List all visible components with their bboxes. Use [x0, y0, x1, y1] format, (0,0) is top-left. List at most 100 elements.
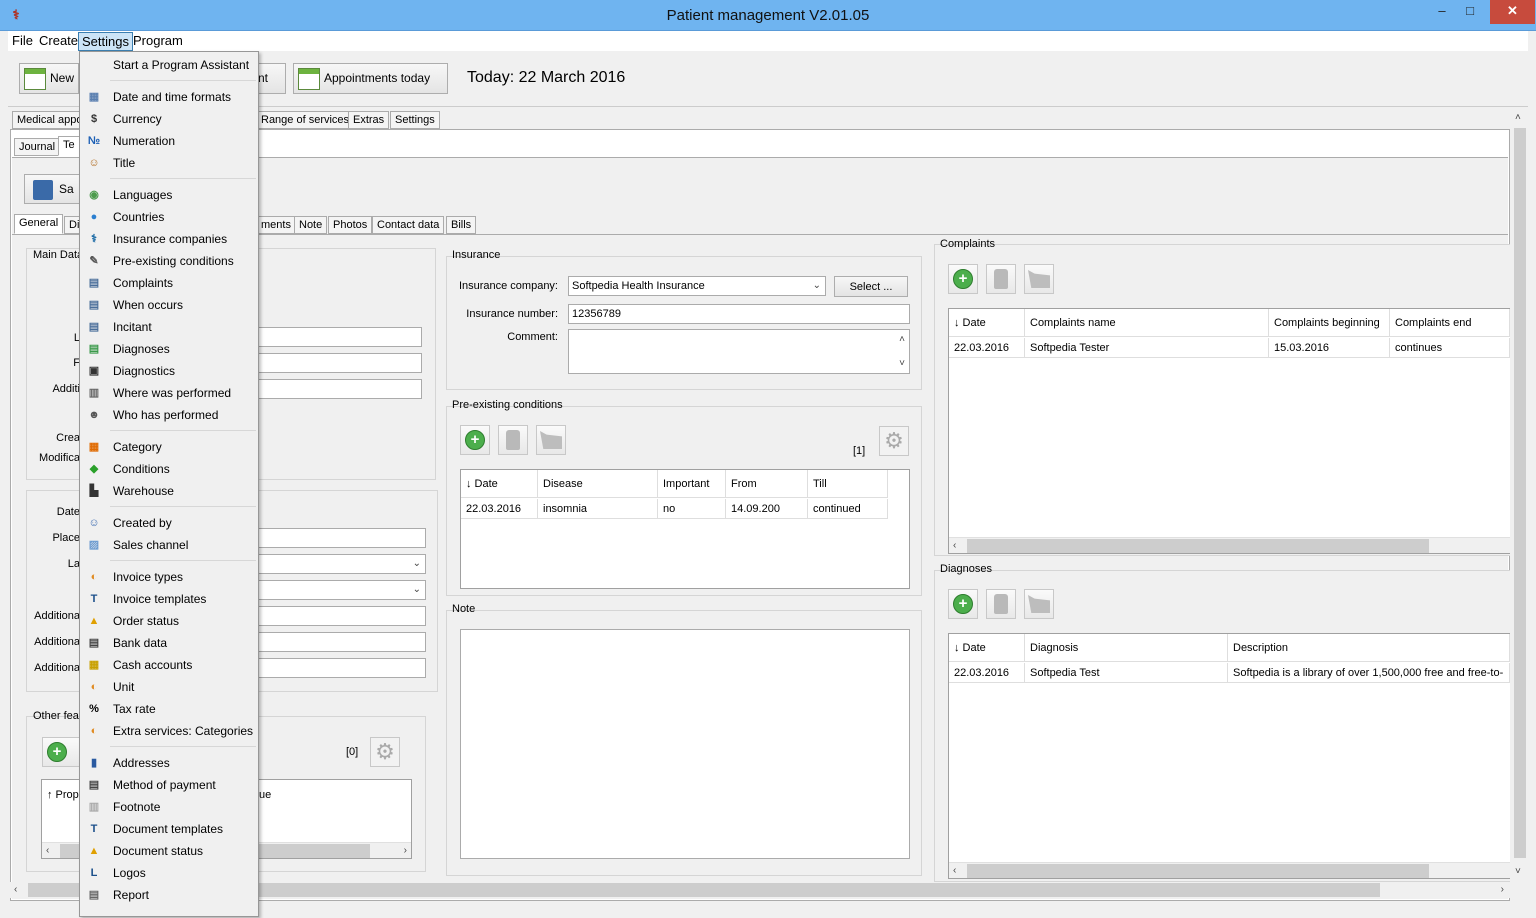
column-header-complaints-beginning[interactable]: Complaints beginning: [1269, 309, 1390, 337]
language-select[interactable]: ⌄: [258, 554, 426, 574]
comment-textarea[interactable]: ˄ ˅: [568, 329, 910, 374]
tab-settings[interactable]: Settings: [390, 111, 440, 129]
first-name-input[interactable]: [258, 353, 422, 373]
table-cell[interactable]: 22.03.2016: [461, 499, 538, 519]
column-header-till[interactable]: Till: [808, 470, 888, 498]
menu-item-document-templates[interactable]: T Document templates: [82, 818, 258, 840]
menu-item-created-by[interactable]: ☺ Created by: [82, 512, 258, 534]
tab-range-of-services[interactable]: Range of services: [256, 111, 355, 129]
column-header-disease[interactable]: Disease: [538, 470, 658, 498]
menu-item-footnote[interactable]: ▥ Footnote: [82, 796, 258, 818]
tab-journal[interactable]: Journal: [14, 138, 61, 156]
minimize-button[interactable]: –: [1428, 0, 1456, 24]
menu-item-report[interactable]: ▤ Report: [82, 884, 258, 906]
additional-input-2[interactable]: [258, 632, 426, 652]
table-cell[interactable]: 15.03.2016: [1269, 338, 1390, 358]
clear-condition-button[interactable]: [536, 425, 566, 455]
new-button[interactable]: New: [19, 63, 79, 94]
menu-item-complaints[interactable]: ▤ Complaints: [82, 272, 258, 294]
column-header-value[interactable]: ue: [259, 789, 271, 801]
menu-item-pre-existing-conditions[interactable]: ✎ Pre-existing conditions: [82, 250, 258, 272]
insurance-number-input[interactable]: 12356789: [568, 304, 910, 324]
menu-item-extra-services-categories[interactable]: ◐ Extra services: Categories: [82, 720, 258, 742]
menu-item-category[interactable]: ▦ Category: [82, 436, 258, 458]
place-input[interactable]: [258, 528, 426, 548]
table-cell[interactable]: Softpedia is a library of over 1,500,000…: [1228, 663, 1510, 683]
table-cell[interactable]: no: [658, 499, 726, 519]
menu-item-diagnostics[interactable]: ▣ Diagnostics: [82, 360, 258, 382]
menu-item-addresses[interactable]: ▮ Addresses: [82, 752, 258, 774]
tab-general[interactable]: General: [14, 214, 64, 234]
gear-icon[interactable]: ⚙: [370, 737, 400, 767]
column-header-complaints-name[interactable]: Complaints name: [1025, 309, 1269, 337]
scroll-up-icon[interactable]: ˄: [899, 332, 905, 348]
table-cell[interactable]: 14.09.200: [726, 499, 808, 519]
menu-item-date-and-time-formats[interactable]: ▦ Date and time formats: [82, 86, 258, 108]
delete-condition-button[interactable]: [498, 425, 528, 455]
tab-note[interactable]: Note: [294, 216, 328, 234]
menu-item-who-has-performed[interactable]: ☻ Who has performed: [82, 404, 258, 426]
close-button[interactable]: ✕: [1490, 0, 1535, 24]
table-cell[interactable]: continued: [808, 499, 888, 519]
table-cell[interactable]: continues: [1390, 338, 1510, 358]
menu-item-when-occurs[interactable]: ▤ When occurs: [82, 294, 258, 316]
menu-item-conditions[interactable]: ◆ Conditions: [82, 458, 258, 480]
column-header-from[interactable]: From: [726, 470, 808, 498]
tab-extras[interactable]: Extras: [348, 111, 390, 129]
select-insurance-button[interactable]: Select ...: [834, 276, 908, 297]
scroll-right-icon[interactable]: ›: [404, 843, 407, 859]
column-header-description[interactable]: Description: [1228, 634, 1510, 662]
table-cell[interactable]: 22.03.2016: [949, 338, 1025, 358]
column-header-date[interactable]: ↓ Date: [949, 309, 1025, 337]
scroll-down-icon[interactable]: ˅: [899, 356, 905, 372]
note-textarea[interactable]: [460, 629, 910, 859]
scroll-left-icon[interactable]: ‹: [953, 538, 956, 554]
menu-item-languages[interactable]: ◉ Languages: [82, 184, 258, 206]
menu-item-bank-data[interactable]: ▤ Bank data: [82, 632, 258, 654]
menu-item-where-was-performed[interactable]: ▥ Where was performed: [82, 382, 258, 404]
menu-item-tax-rate[interactable]: % Tax rate: [82, 698, 258, 720]
add-feature-button[interactable]: +: [42, 737, 82, 767]
menu-item-logos[interactable]: L Logos: [82, 862, 258, 884]
maximize-button[interactable]: □: [1456, 0, 1484, 24]
gear-icon[interactable]: ⚙: [879, 426, 909, 456]
menu-item-countries[interactable]: ● Countries: [82, 206, 258, 228]
table-cell[interactable]: 22.03.2016: [949, 663, 1025, 683]
tab-di[interactable]: Di: [64, 216, 80, 234]
menu-item-method-of-payment[interactable]: ▤ Method of payment: [82, 774, 258, 796]
menu-item-insurance-companies[interactable]: ⚕ Insurance companies: [82, 228, 258, 250]
scroll-left-icon[interactable]: ‹: [14, 882, 17, 898]
column-header-important[interactable]: Important: [658, 470, 726, 498]
menu-item-invoice-templates[interactable]: T Invoice templates: [82, 588, 258, 610]
menu-item-diagnoses[interactable]: ▤ Diagnoses: [82, 338, 258, 360]
appointment-button[interactable]: nt: [258, 63, 286, 94]
menu-item-document-status[interactable]: ▲ Document status: [82, 840, 258, 862]
menu-program[interactable]: Program: [130, 32, 186, 51]
insurance-company-select[interactable]: Softpedia Health Insurance ⌄: [568, 276, 826, 296]
table-cell[interactable]: Softpedia Test: [1025, 663, 1228, 683]
menu-item-invoice-types[interactable]: ◐ Invoice types: [82, 566, 258, 588]
tab-documents[interactable]: ments: [256, 216, 296, 234]
menu-item-numeration[interactable]: № Numeration: [82, 130, 258, 152]
horizontal-scrollbar[interactable]: ‹: [949, 537, 1510, 553]
tab-medical-appointments[interactable]: Medical appo: [12, 111, 82, 129]
menu-item-currency[interactable]: $ Currency: [82, 108, 258, 130]
table-cell[interactable]: Softpedia Tester: [1025, 338, 1269, 358]
column-header-complaints-end[interactable]: Complaints end: [1390, 309, 1510, 337]
add-complaint-button[interactable]: +: [948, 264, 978, 294]
menu-item-start-a-program-assistant[interactable]: Start a Program Assistant: [82, 54, 258, 76]
horizontal-scrollbar[interactable]: ‹: [949, 862, 1510, 878]
scroll-left-icon[interactable]: ‹: [953, 863, 956, 879]
save-button[interactable]: Sa: [24, 174, 80, 204]
last-name-input[interactable]: [258, 327, 422, 347]
vertical-scrollbar[interactable]: ˄ ˅: [1512, 108, 1528, 882]
scroll-left-icon[interactable]: ‹: [46, 843, 49, 859]
menu-item-title[interactable]: ☺ Title: [82, 152, 258, 174]
menu-item-unit[interactable]: ◐ Unit: [82, 676, 258, 698]
tab-bills[interactable]: Bills: [446, 216, 477, 234]
table-cell[interactable]: insomnia: [538, 499, 658, 519]
additional-input-1[interactable]: [258, 606, 426, 626]
additional-name-input[interactable]: [258, 379, 422, 399]
column-header-property[interactable]: ↑ Prop: [47, 789, 79, 801]
menu-item-sales-channel[interactable]: ▨ Sales channel: [82, 534, 258, 556]
